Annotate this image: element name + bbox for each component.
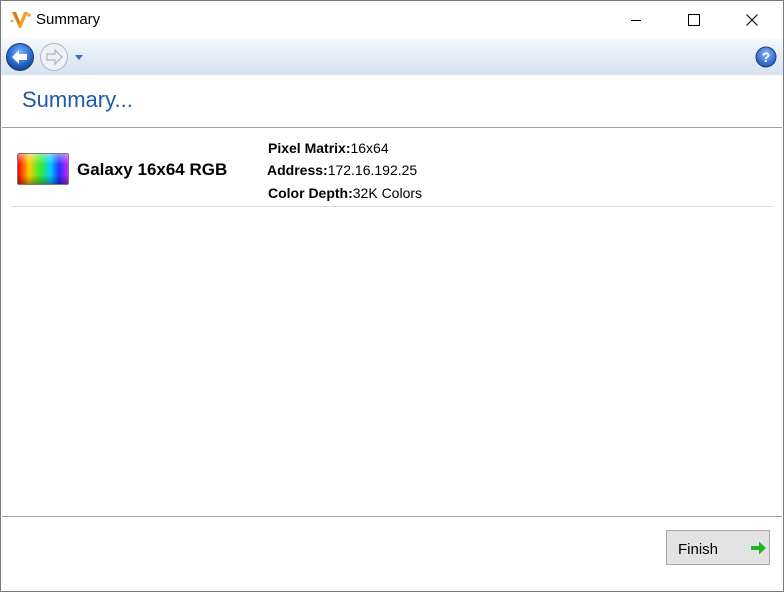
address-value: 172.16.192.25: [327, 162, 418, 178]
window-title: Summary: [36, 11, 101, 28]
svg-text:?: ?: [762, 49, 771, 65]
v-logo-icon: [10, 12, 31, 28]
list-item-device[interactable]: Galaxy 16x64 RGB Pixel Matrix:16x64 Addr…: [11, 128, 774, 207]
title-bar[interactable]: Summary: [1, 1, 783, 39]
device-name: Galaxy 16x64 RGB: [77, 160, 228, 179]
forward-arrow-icon[interactable]: [39, 42, 69, 72]
help-icon[interactable]: ?: [755, 46, 777, 68]
chevron-down-icon[interactable]: [74, 53, 84, 61]
minimize-button[interactable]: [607, 1, 665, 39]
back-arrow-icon[interactable]: [5, 42, 35, 72]
page-title: Summary...: [22, 87, 133, 112]
navigation-bar: ?: [1, 39, 783, 75]
color-depth-label: Color Depth:: [268, 185, 353, 201]
wizard-window: Summary ? Summary... Galaxy 16x64 RGB Pi…: [0, 0, 784, 592]
color-depth-value: 32K Colors: [352, 185, 423, 201]
maximize-icon: [688, 14, 700, 26]
maximize-button[interactable]: [665, 1, 723, 39]
address-property: Address:172.16.192.25: [267, 162, 417, 178]
pixel-matrix-label: Pixel Matrix:: [268, 140, 351, 156]
pixel-matrix-property: Pixel Matrix:16x64: [268, 140, 389, 156]
finish-label: Finish: [678, 541, 719, 558]
finish-button[interactable]: Finish: [666, 530, 770, 565]
green-arrow-right-icon: [751, 541, 766, 555]
color-depth-property: Color Depth:32K Colors: [268, 185, 422, 201]
close-button[interactable]: [723, 1, 781, 39]
rgb-display-icon: [17, 153, 69, 185]
summary-list: Galaxy 16x64 RGB Pixel Matrix:16x64 Addr…: [2, 127, 782, 517]
close-icon: [746, 14, 758, 26]
address-label: Address:: [267, 162, 328, 178]
minimize-icon: [631, 20, 641, 21]
pixel-matrix-value: 16x64: [350, 140, 389, 156]
